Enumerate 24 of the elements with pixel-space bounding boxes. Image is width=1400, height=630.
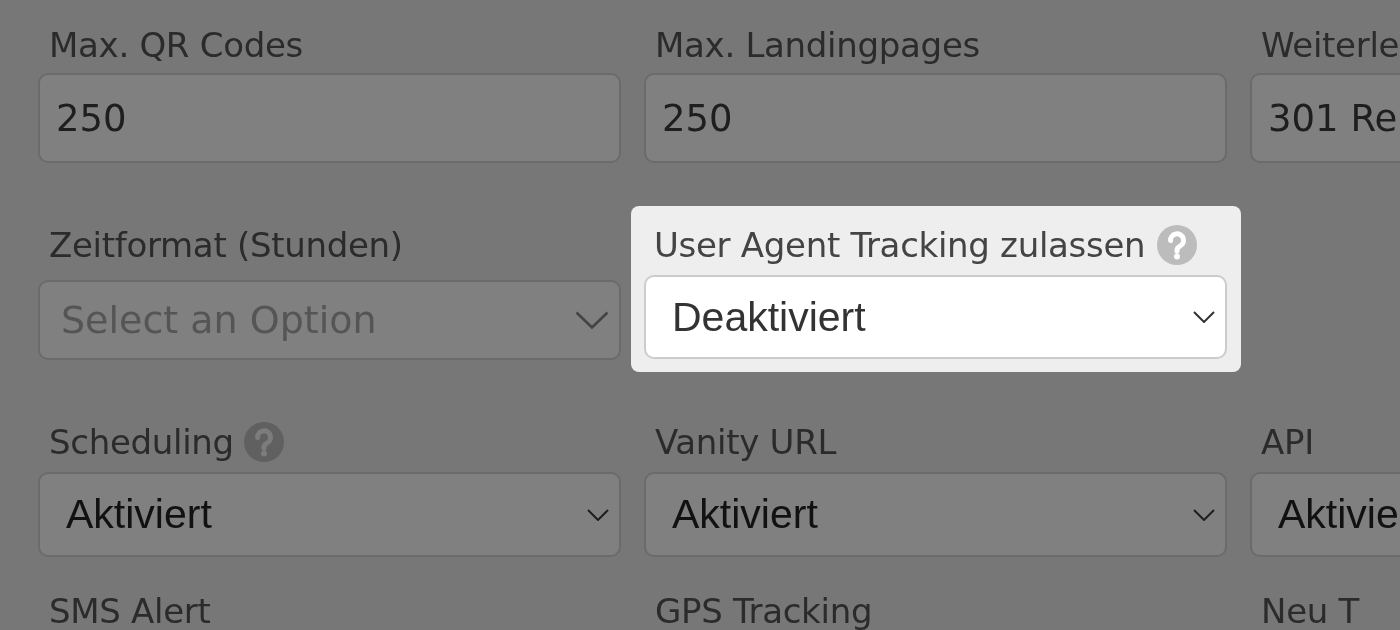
field-label: Max. Landingpages xyxy=(655,25,980,65)
dropdown-field[interactable]: Aktiviert xyxy=(644,472,1227,557)
chevron-down-icon xyxy=(1193,508,1215,521)
field-label: Max. QR Codes xyxy=(49,25,303,65)
field-label: SMS Alert xyxy=(49,591,211,630)
text-field[interactable]: 250 xyxy=(644,73,1227,163)
field-label: Neu T xyxy=(1261,591,1359,630)
chevron-down-icon xyxy=(1193,311,1215,323)
field-label: Vanity URL xyxy=(655,422,837,462)
field-label: Weiterle xyxy=(1261,25,1400,65)
dropdown-field[interactable]: Deaktiviert xyxy=(644,275,1227,359)
field-label: Scheduling xyxy=(49,422,234,462)
field-label: API xyxy=(1261,422,1314,462)
dropdown-field[interactable]: Aktivie xyxy=(1250,472,1400,557)
chevron-down-icon xyxy=(575,311,609,329)
field-label: Zeitformat (Stunden) xyxy=(49,225,403,265)
dropdown-field[interactable]: Aktiviert xyxy=(38,472,621,557)
text-field[interactable]: 301 Re xyxy=(1250,73,1400,163)
field-label: GPS Tracking xyxy=(655,591,873,630)
text-field[interactable]: 250 xyxy=(38,73,621,163)
help-icon[interactable] xyxy=(1157,225,1198,265)
field-label: User Agent Tracking zulassen xyxy=(654,225,1146,265)
help-icon[interactable] xyxy=(243,422,284,462)
chevron-down-icon xyxy=(587,508,609,521)
